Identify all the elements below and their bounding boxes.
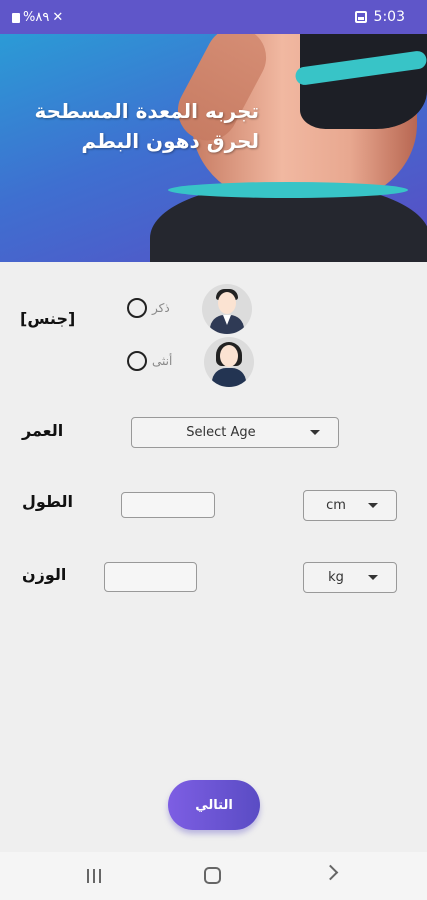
height-unit-value: cm <box>326 498 346 513</box>
height-label: الطول <box>22 492 73 511</box>
gallery-icon <box>354 11 367 23</box>
age-select-value: Select Age <box>186 425 256 440</box>
chevron-down-icon <box>310 430 320 435</box>
banner-title: تجربه المعدة المسطحة لحرق دهون البطم <box>0 96 259 156</box>
navigation-bar <box>0 852 427 900</box>
gender-male-label[interactable]: ذكر <box>152 301 170 315</box>
gender-label: [جنس] <box>20 309 76 328</box>
mute-icon: ✕ <box>52 10 64 25</box>
age-select[interactable]: Select Age <box>131 417 339 448</box>
banner-title-line1: تجربه المعدة المسطحة <box>34 99 259 123</box>
height-input[interactable] <box>121 492 215 518</box>
banner-title-line2: لحرق دهون البطم <box>81 129 259 153</box>
chevron-down-icon <box>368 503 378 508</box>
age-label: العمر <box>22 421 64 440</box>
male-avatar <box>202 284 252 334</box>
recent-apps-icon[interactable] <box>87 869 103 883</box>
weight-label: الوزن <box>22 565 67 584</box>
status-left: %٨٩ ✕ <box>12 10 63 25</box>
gender-male-radio[interactable] <box>127 298 147 318</box>
gender-female-radio[interactable] <box>127 351 147 371</box>
weight-unit-value: kg <box>328 570 344 585</box>
gender-female-label[interactable]: أنثى <box>152 354 172 368</box>
back-icon[interactable] <box>322 864 339 881</box>
header-banner: تجربه المعدة المسطحة لحرق دهون البطم <box>0 34 427 262</box>
battery-icon <box>12 12 20 23</box>
home-icon[interactable] <box>204 867 221 884</box>
status-time: 5:03 <box>373 9 405 25</box>
next-button[interactable]: التالي <box>168 780 260 830</box>
weight-input[interactable] <box>104 562 197 592</box>
banner-shorts-stripe <box>168 182 408 198</box>
chevron-down-icon <box>368 575 378 580</box>
status-bar: %٨٩ ✕ 5:03 <box>0 0 427 34</box>
battery-level: %٨٩ <box>23 10 50 25</box>
status-right: 5:03 <box>354 9 405 25</box>
female-avatar <box>204 337 254 387</box>
height-unit-select[interactable]: cm <box>303 490 397 521</box>
weight-unit-select[interactable]: kg <box>303 562 397 593</box>
